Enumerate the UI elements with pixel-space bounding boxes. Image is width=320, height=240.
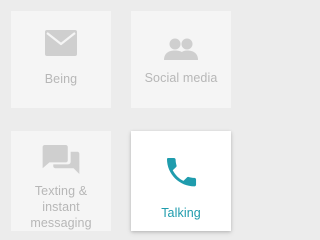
category-card-social-media[interactable]: Social media [131,11,231,108]
people-icon [164,38,198,60]
chat-bubbles-icon [42,145,80,174]
category-card-talking[interactable]: Talking [131,131,231,231]
phone-icon [166,157,197,187]
category-card-texting-instant-messaging[interactable]: Texting & instant messaging [11,131,111,231]
category-card-being-productive[interactable]: Being [11,11,111,108]
category-label: Being [44,72,78,86]
mail-icon [45,30,77,56]
category-label: Texting & instant messaging [30,184,92,230]
category-label: Talking [161,206,201,220]
category-label: Social media [144,71,218,85]
